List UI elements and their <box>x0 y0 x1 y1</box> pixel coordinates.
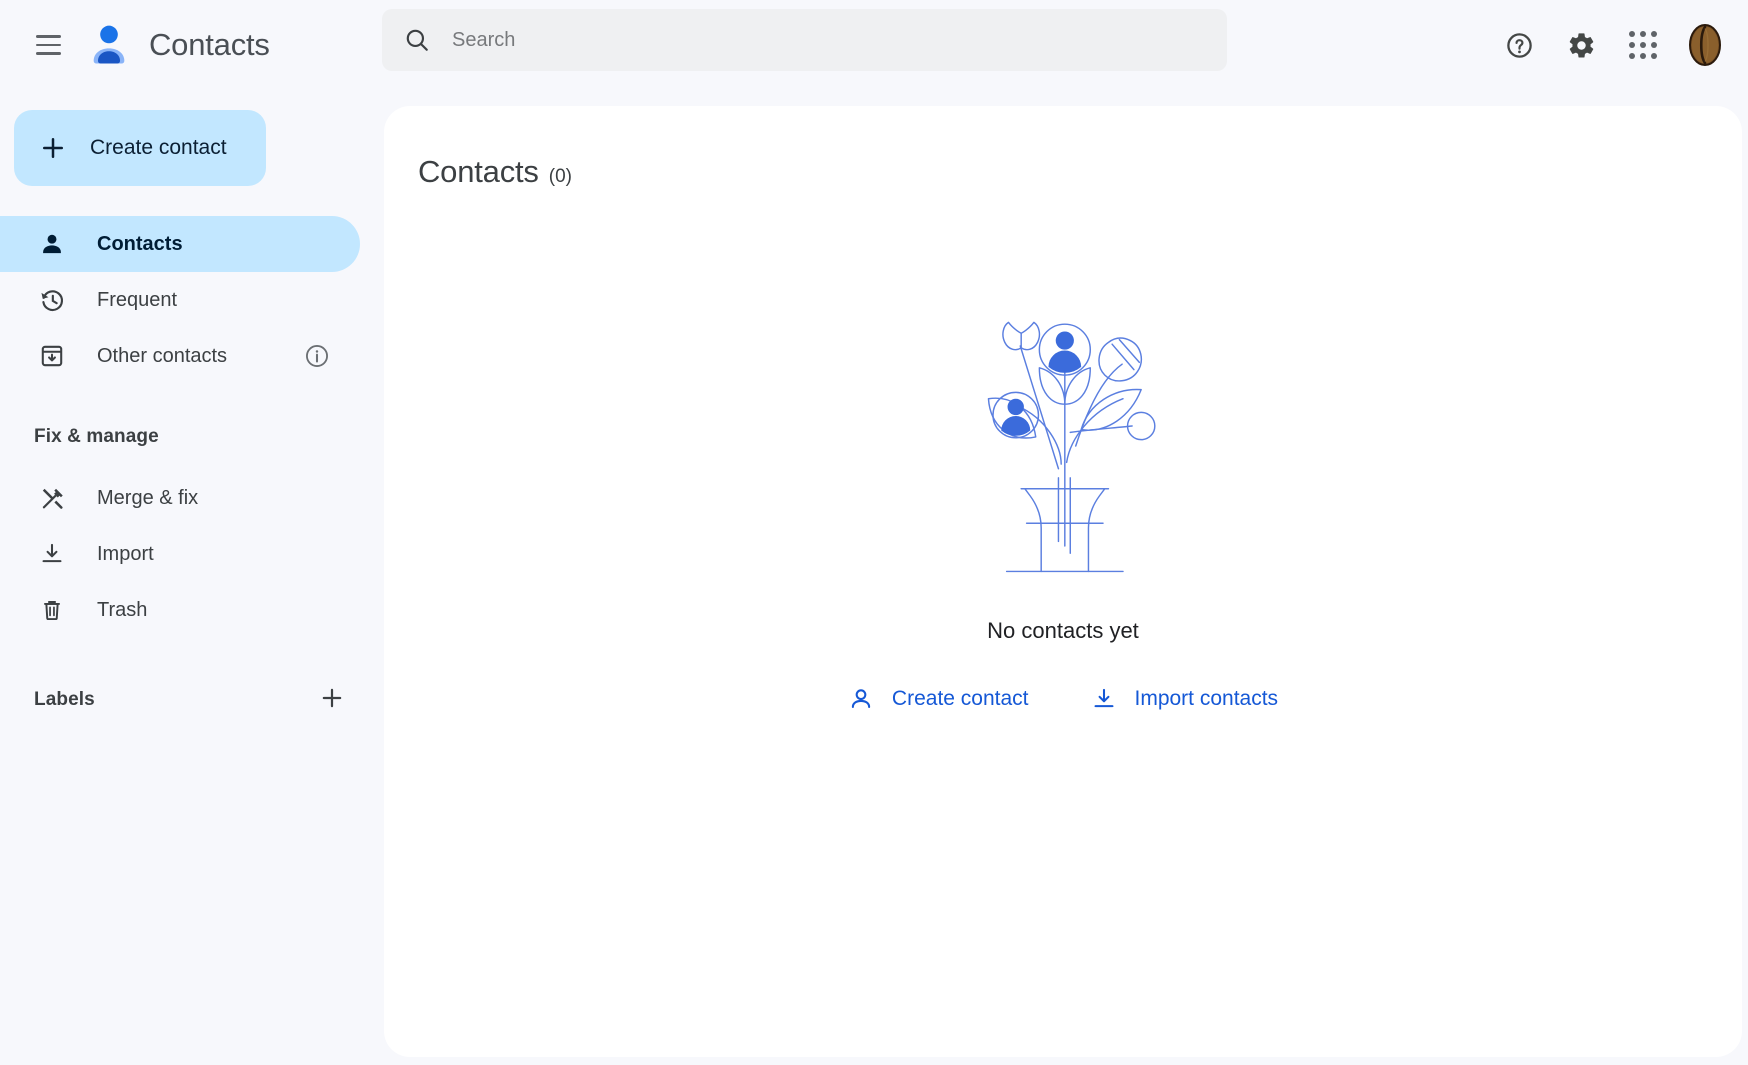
app-title: Contacts <box>149 27 270 62</box>
google-apps-grid-icon[interactable] <box>1616 18 1670 72</box>
create-contact-link[interactable]: Create contact <box>848 686 1029 712</box>
trash-bin-icon <box>38 596 66 624</box>
contacts-person-logo <box>86 22 132 68</box>
import-contacts-link-label: Import contacts <box>1134 687 1279 710</box>
person-add-icon <box>848 686 874 712</box>
hamburger-menu-icon[interactable] <box>22 19 74 71</box>
gear-settings-icon[interactable] <box>1554 18 1608 72</box>
search-icon <box>404 27 430 53</box>
flower-vase-contacts-illustration <box>963 306 1163 586</box>
sidebar-item-import[interactable]: Import <box>0 526 360 582</box>
page-header: Contacts (0) <box>384 106 1742 190</box>
search-bar[interactable] <box>382 9 1227 71</box>
labels-heading: Labels <box>34 689 95 710</box>
sidebar-item-label: Merge & fix <box>97 486 199 509</box>
import-download-icon <box>38 540 66 568</box>
contacts-app: Contacts Search Create contact Contacts … <box>0 0 1748 1065</box>
hamburger-line <box>35 43 61 47</box>
create-contact-button[interactable]: Create contact <box>14 110 266 186</box>
apps-grid-dots <box>1629 31 1657 59</box>
sidebar-item-other-contacts[interactable]: Other contacts <box>0 328 360 384</box>
labels-section-header: Labels <box>34 680 352 720</box>
sidebar-item-label: Frequent <box>97 288 178 311</box>
sidebar-item-contacts[interactable]: Contacts <box>0 216 360 272</box>
coffee-bean-avatar[interactable] <box>1678 18 1732 72</box>
hamburger-line <box>35 52 61 55</box>
history-clock-icon <box>38 286 66 314</box>
sidebar-item-merge-and-fix[interactable]: Merge & fix <box>0 470 360 526</box>
primary-nav: Contacts Frequent Other contacts <box>0 216 382 384</box>
sidebar-item-trash[interactable]: Trash <box>0 582 360 638</box>
top-app-bar: Contacts <box>0 0 1748 90</box>
create-contact-label: Create contact <box>90 136 227 159</box>
sidebar-item-frequent[interactable]: Frequent <box>0 272 360 328</box>
sidebar-item-label: Contacts <box>97 232 183 255</box>
inbox-download-icon <box>38 342 66 370</box>
hamburger-line <box>35 35 61 38</box>
contacts-count: (0) <box>548 166 572 187</box>
fix-and-manage-heading: Fix & manage <box>34 426 159 447</box>
top-bar-actions <box>1492 0 1732 90</box>
sidebar: Create contact Contacts Frequent Other c… <box>0 90 382 1065</box>
empty-state-actions: Create contact Import contacts <box>848 686 1278 712</box>
sidebar-item-label: Import <box>97 542 154 565</box>
fix-and-manage-list: Merge & fix Import Trash <box>0 470 382 638</box>
help-question-circle-icon[interactable] <box>1492 18 1546 72</box>
page-title: Contacts <box>418 154 539 189</box>
brand[interactable]: Contacts <box>86 22 270 68</box>
empty-state: No contacts yet Create contact Import co… <box>384 306 1742 712</box>
empty-state-message: No contacts yet <box>987 618 1139 643</box>
sidebar-item-label: Trash <box>97 598 148 621</box>
person-icon <box>38 230 66 258</box>
import-contacts-link[interactable]: Import contacts <box>1091 686 1279 712</box>
plus-icon <box>318 684 346 717</box>
merge-tools-icon <box>38 484 66 512</box>
info-circle-icon[interactable] <box>304 343 330 369</box>
import-download-icon <box>1091 686 1117 712</box>
main-content-panel: Contacts (0) No contacts yet Create cont… <box>384 106 1742 1057</box>
search-input[interactable] <box>452 20 1152 60</box>
plus-icon <box>38 133 68 163</box>
create-label-button[interactable] <box>312 680 352 720</box>
sidebar-item-label: Other contacts <box>97 344 228 367</box>
create-contact-link-label: Create contact <box>891 687 1029 710</box>
